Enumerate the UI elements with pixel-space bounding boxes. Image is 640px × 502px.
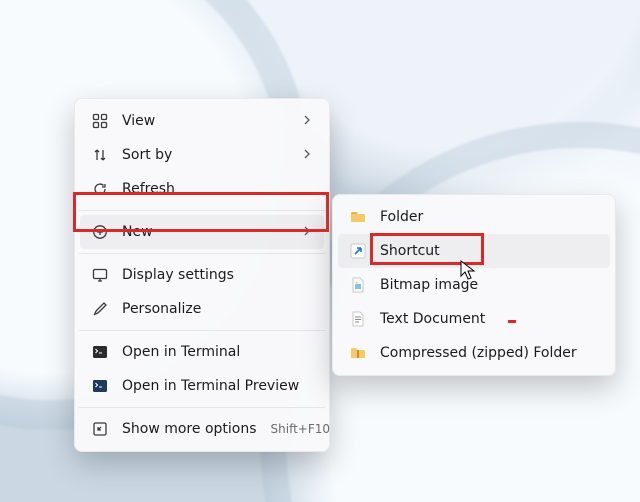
menu-label: Sort by: [122, 147, 288, 163]
menu-label: Shortcut: [380, 243, 598, 259]
menu-label: Refresh: [122, 181, 312, 197]
menu-item-open-terminal-preview[interactable]: Open in Terminal Preview: [80, 369, 324, 403]
menu-label: Compressed (zipped) Folder: [380, 345, 598, 361]
submenu-item-bitmap[interactable]: Bitmap image: [338, 268, 610, 302]
personalize-icon: [92, 301, 108, 317]
menu-item-refresh[interactable]: Refresh: [80, 172, 324, 206]
menu-label: Personalize: [122, 301, 312, 317]
refresh-icon: [92, 181, 108, 197]
folder-icon: [350, 209, 366, 225]
chevron-right-icon: [302, 224, 312, 240]
new-icon: [92, 224, 108, 240]
annotation-mark: [508, 320, 516, 323]
menu-label: Open in Terminal Preview: [122, 378, 312, 394]
menu-separator: [79, 330, 325, 331]
menu-item-display-settings[interactable]: Display settings: [80, 258, 324, 292]
submenu-item-compressed-folder[interactable]: Compressed (zipped) Folder: [338, 336, 610, 370]
menu-label: Bitmap image: [380, 277, 598, 293]
menu-separator: [79, 407, 325, 408]
menu-label: Open in Terminal: [122, 344, 312, 360]
menu-item-view[interactable]: View: [80, 104, 324, 138]
menu-label: New: [122, 224, 288, 240]
sort-icon: [92, 147, 108, 163]
terminal-preview-icon: [92, 378, 108, 394]
more-options-icon: [92, 421, 108, 437]
desktop-context-menu: View Sort by Refresh New Display s: [74, 98, 330, 452]
menu-item-open-terminal[interactable]: Open in Terminal: [80, 335, 324, 369]
menu-label: Display settings: [122, 267, 312, 283]
terminal-icon: [92, 344, 108, 360]
view-icon: [92, 113, 108, 129]
chevron-right-icon: [302, 147, 312, 163]
new-submenu: Folder Shortcut Bitmap image Text Docume…: [332, 194, 616, 376]
menu-item-personalize[interactable]: Personalize: [80, 292, 324, 326]
menu-item-sort-by[interactable]: Sort by: [80, 138, 324, 172]
submenu-item-text-document[interactable]: Text Document: [338, 302, 610, 336]
menu-label: Show more options: [122, 421, 257, 437]
submenu-item-folder[interactable]: Folder: [338, 200, 610, 234]
bitmap-icon: [350, 277, 366, 293]
shortcut-icon: [350, 243, 366, 259]
submenu-item-shortcut[interactable]: Shortcut: [338, 234, 610, 268]
chevron-right-icon: [302, 113, 312, 129]
menu-label: View: [122, 113, 288, 129]
zip-folder-icon: [350, 345, 366, 361]
menu-accelerator: Shift+F10: [271, 422, 333, 436]
menu-label: Text Document: [380, 311, 598, 327]
menu-item-new[interactable]: New: [80, 215, 324, 249]
text-document-icon: [350, 311, 366, 327]
display-icon: [92, 267, 108, 283]
menu-item-show-more-options[interactable]: Show more options Shift+F10: [80, 412, 324, 446]
menu-separator: [79, 210, 325, 211]
menu-separator: [79, 253, 325, 254]
menu-label: Folder: [380, 209, 598, 225]
